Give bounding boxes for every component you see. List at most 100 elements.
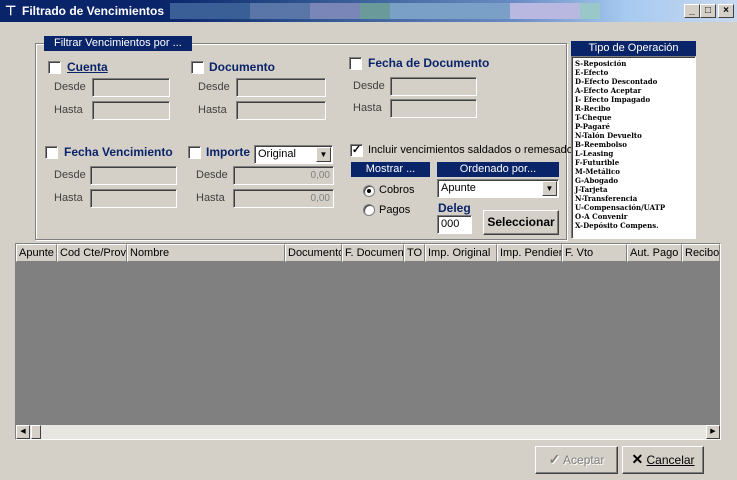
documento-hasta-field[interactable] [236, 101, 326, 120]
cancelar-label: Cancelar [646, 453, 695, 467]
list-item[interactable]: O-A Convenir [575, 212, 695, 221]
ordenado-select[interactable]: Apunte ▼ [437, 179, 559, 198]
list-item[interactable]: N-Talón Devuelto [575, 131, 695, 140]
seleccionar-button[interactable]: Seleccionar [483, 210, 559, 235]
results-grid[interactable]: Apunte Cod Cte/Prov Nombre Documento F. … [15, 243, 721, 440]
list-item[interactable]: L-Leasing [575, 149, 695, 158]
fecha-documento-desde-label: Desde [353, 80, 385, 92]
horizontal-scrollbar[interactable]: ◀ ▶ [16, 425, 720, 439]
cuenta-hasta-field[interactable] [92, 101, 170, 120]
column-header-imp-pendiente[interactable]: Imp. Pendien [497, 244, 562, 262]
filter-group-title: Filtrar Vencimientos por ... [44, 36, 192, 51]
fecha-documento-label: Fecha de Documento [368, 56, 490, 70]
column-header-apunte[interactable]: Apunte [16, 244, 57, 262]
column-header-f-documento[interactable]: F. Document [342, 244, 404, 262]
filter-icon: ⊤ [5, 3, 17, 18]
column-header-f-vto[interactable]: F. Vto [562, 244, 627, 262]
fecha-vencimiento-desde-label: Desde [54, 169, 86, 181]
column-header-imp-original[interactable]: Imp. Original [425, 244, 497, 262]
aceptar-button[interactable]: ✓ Aceptar [535, 446, 618, 474]
list-item[interactable]: T-Cheque [575, 113, 695, 122]
ordenado-header: Ordenado por... [437, 162, 559, 177]
deleg-label: Deleg [438, 201, 471, 215]
cuenta-desde-field[interactable] [92, 78, 170, 97]
title-bar-decoration [360, 3, 390, 19]
cuenta-label: Cuenta [67, 60, 108, 74]
list-item[interactable]: E-Efecto [575, 68, 695, 77]
list-item[interactable]: J-Tarjeta [575, 185, 695, 194]
list-item[interactable]: F-Futurible [575, 158, 695, 167]
fecha-vencimiento-hasta-field[interactable] [90, 189, 177, 208]
importe-desde-field[interactable]: 0,00 [233, 166, 334, 185]
cancelar-button[interactable]: ✕ Cancelar [622, 446, 704, 474]
documento-desde-field[interactable] [236, 78, 326, 97]
column-header-documento[interactable]: Documento [285, 244, 342, 262]
list-item[interactable]: G-Abogado [575, 176, 695, 185]
cuenta-desde-label: Desde [54, 81, 86, 93]
column-header-nombre[interactable]: Nombre [127, 244, 285, 262]
title-bar-decoration [250, 3, 310, 19]
list-item[interactable]: X-Depósito Compens. [575, 221, 695, 230]
fecha-vencimiento-checkbox[interactable] [45, 146, 58, 159]
minimize-button[interactable]: _ [684, 4, 700, 18]
list-item[interactable]: I- Efecto Impagado [575, 95, 695, 104]
list-item[interactable]: D-Efecto Descontado [575, 77, 695, 86]
title-bar-decoration [510, 3, 580, 19]
tipo-operacion-list[interactable]: S-Reposición E-Efecto D-Efecto Descontad… [571, 56, 696, 239]
title-bar-decoration [580, 3, 600, 19]
importe-select-value: Original [258, 148, 296, 160]
documento-hasta-label: Hasta [198, 104, 227, 116]
documento-checkbox[interactable] [191, 61, 204, 74]
aceptar-label: Aceptar [563, 453, 605, 467]
scroll-left-icon[interactable]: ◀ [16, 425, 30, 439]
importe-hasta-field[interactable]: 0,00 [233, 189, 334, 208]
fecha-documento-hasta-field[interactable] [390, 99, 477, 118]
close-button[interactable]: × [718, 4, 734, 18]
list-item[interactable]: U-Compensación/UATP [575, 203, 695, 212]
fecha-documento-desde-field[interactable] [390, 77, 477, 96]
list-item[interactable]: M-Metálico [575, 167, 695, 176]
documento-label: Documento [209, 60, 275, 74]
fecha-documento-checkbox[interactable] [349, 57, 362, 70]
fecha-documento-hasta-label: Hasta [353, 102, 382, 114]
check-icon: ✓ [548, 451, 561, 467]
list-item[interactable]: N-Transferencia [575, 194, 695, 203]
documento-desde-label: Desde [198, 81, 230, 93]
importe-hasta-label: Hasta [196, 192, 225, 204]
tipo-operacion-header: Tipo de Operación [571, 41, 696, 56]
window-title: Filtrado de Vencimientos [22, 4, 165, 18]
chevron-down-icon[interactable]: ▼ [542, 181, 557, 196]
importe-label: Importe [206, 145, 251, 159]
list-item[interactable]: S-Reposición [575, 59, 695, 68]
title-bar-decoration [390, 3, 510, 19]
chevron-down-icon[interactable]: ▼ [316, 147, 331, 162]
cuenta-checkbox[interactable] [48, 61, 61, 74]
importe-select[interactable]: Original ▼ [254, 145, 333, 164]
maximize-button[interactable]: □ [700, 4, 716, 18]
column-header-to[interactable]: TO [404, 244, 425, 262]
cuenta-hasta-label: Hasta [54, 104, 83, 116]
title-bar: ⊤ Filtrado de Vencimientos _ □ × [0, 0, 737, 22]
column-header-cod-cte-prov[interactable]: Cod Cte/Prov [57, 244, 127, 262]
title-bar-decoration [310, 3, 360, 19]
cobros-radio[interactable] [363, 185, 375, 197]
ordenado-select-value: Apunte [441, 182, 476, 194]
importe-checkbox[interactable] [188, 146, 201, 159]
pagos-label: Pagos [379, 204, 411, 216]
pagos-radio[interactable] [363, 204, 375, 216]
list-item[interactable]: B-Reembolso [575, 140, 695, 149]
list-item[interactable]: P-Pagaré [575, 122, 695, 131]
list-item[interactable]: R-Recibo [575, 104, 695, 113]
incluir-checkbox[interactable]: ✓ [350, 144, 363, 157]
mostrar-header: Mostrar ... [351, 162, 430, 177]
deleg-input[interactable]: 000 [437, 215, 472, 234]
scroll-right-icon[interactable]: ▶ [706, 425, 720, 439]
column-header-recibo[interactable]: Recibo [682, 244, 720, 262]
scrollbar-thumb[interactable] [31, 425, 41, 439]
column-header-aut-pago[interactable]: Aut. Pago [627, 244, 682, 262]
list-item[interactable]: A-Efecto Aceptar [575, 86, 695, 95]
fecha-vencimiento-desde-field[interactable] [90, 166, 177, 185]
close-icon: ✕ [631, 451, 644, 467]
incluir-label: Incluir vencimientos saldados o remesado… [368, 144, 579, 156]
title-bar-decoration [170, 3, 250, 19]
